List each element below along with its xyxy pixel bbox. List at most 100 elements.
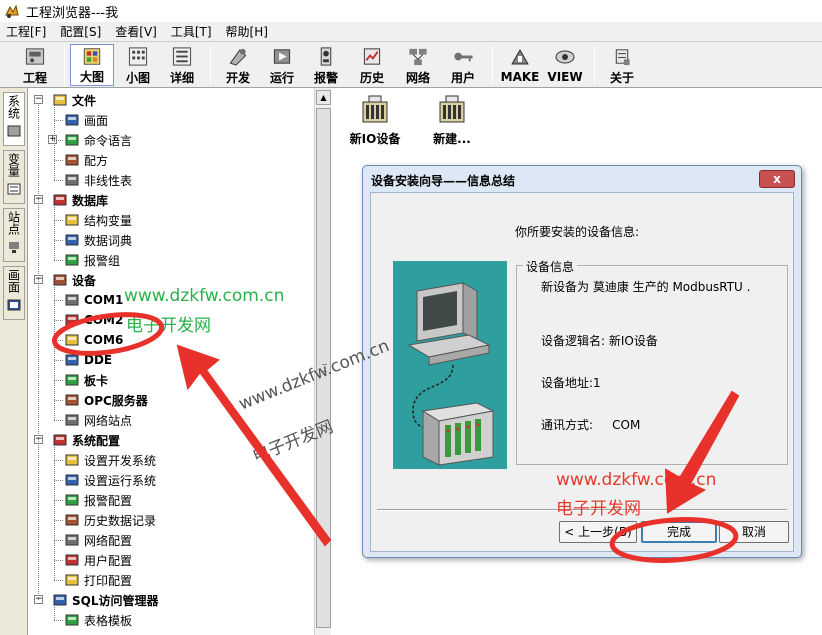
- side-tab-screens[interactable]: 画面: [3, 266, 25, 320]
- tree-node[interactable]: 数据词典: [64, 230, 132, 250]
- toolbar-small-icons-button[interactable]: 小图: [118, 44, 158, 86]
- menu-config[interactable]: 配置[S]: [60, 23, 101, 40]
- tree-node-label: 网络站点: [84, 413, 133, 428]
- tree-expander[interactable]: −: [34, 95, 43, 104]
- toolbar-alarm-button[interactable]: 报警: [306, 44, 346, 86]
- dev-system-icon: [65, 454, 79, 466]
- finish-button[interactable]: 完成: [641, 521, 717, 543]
- table-template-icon: [65, 614, 79, 626]
- project-tree[interactable]: − 文件 画面 + 命令语言 配方 非线性表 − 数据库 结构变量 数据词典 报警组 − 设备 COM1 CO…: [28, 88, 314, 635]
- toolbar-separator: [210, 46, 211, 84]
- screen-icon: [65, 114, 79, 126]
- toolbar-user-button[interactable]: 用户: [442, 44, 484, 86]
- toolbar-history-button[interactable]: 历史: [350, 44, 394, 86]
- toolbar-project-button[interactable]: 工程: [14, 44, 56, 86]
- toolbar-develop-button[interactable]: 开发: [218, 44, 258, 86]
- tree-node-label: 结构变量: [84, 213, 133, 228]
- about-icon: [615, 49, 630, 66]
- group-title: 设备信息: [523, 258, 578, 275]
- alarm-group-icon: [65, 254, 79, 266]
- tree-node[interactable]: 报警配置: [64, 490, 132, 510]
- tree-node-label: 网络配置: [84, 533, 133, 548]
- back-button[interactable]: < 上一步(B): [559, 521, 637, 543]
- tree-node[interactable]: COM1: [64, 290, 123, 310]
- tree-node[interactable]: 设置开发系统: [64, 450, 156, 470]
- run-system-icon: [65, 474, 79, 486]
- toolbar-view-button[interactable]: VIEW: [544, 44, 586, 86]
- toolbar-label: 小图: [125, 71, 150, 85]
- toolbar-label: 网络: [405, 71, 430, 85]
- tree-node-label: COM1: [84, 293, 124, 307]
- tree-node[interactable]: 数据库: [52, 190, 108, 210]
- toolbar-label: MAKE: [500, 70, 540, 84]
- tree-node[interactable]: 非线性表: [64, 170, 132, 190]
- develop-icon: [229, 48, 247, 66]
- side-tab-label: 画面: [6, 269, 21, 293]
- title-bar: 工程浏览器---我: [0, 0, 822, 22]
- tree-node[interactable]: 网络站点: [64, 410, 132, 430]
- tree-node[interactable]: SQL访问管理器: [52, 590, 159, 610]
- recipe-icon: [65, 154, 79, 166]
- tree-node-label: 配方: [84, 153, 109, 168]
- tree-node[interactable]: OPC服务器: [64, 390, 148, 410]
- tree-node[interactable]: 网络配置: [64, 530, 132, 550]
- tree-node-label: 设置运行系统: [84, 473, 157, 488]
- tree-node-label: OPC服务器: [84, 393, 148, 408]
- tree-node[interactable]: 板卡: [64, 370, 108, 390]
- wizard-illustration: [393, 261, 507, 469]
- tree-node-label: 历史数据记录: [84, 513, 157, 528]
- dialog-heading: 你所要安装的设备信息:: [515, 225, 640, 239]
- run-icon: [273, 49, 291, 64]
- tree-node-label: 命令语言: [84, 133, 133, 148]
- print-config-icon: [65, 574, 79, 586]
- tree-node[interactable]: 配方: [64, 150, 108, 170]
- tree-node[interactable]: 设置运行系统: [64, 470, 156, 490]
- toolbar-large-icons-button[interactable]: 大图: [70, 44, 114, 86]
- tree-node[interactable]: 报警组: [64, 250, 120, 270]
- scroll-up-button[interactable]: ▲: [316, 90, 331, 105]
- tree-node[interactable]: 画面: [64, 110, 108, 130]
- details-view-icon: [172, 47, 192, 66]
- menu-project[interactable]: 工程[F]: [6, 23, 46, 40]
- menu-view[interactable]: 查看[V]: [115, 23, 157, 40]
- struct-variable-icon: [65, 214, 79, 226]
- dialog-close-button[interactable]: x: [759, 170, 795, 188]
- toolbar-label: 工程: [22, 71, 47, 85]
- tree-node-label: 打印配置: [84, 573, 133, 588]
- menu-help[interactable]: 帮助[H]: [226, 23, 268, 40]
- menu-bar: 工程[F] 配置[S] 查看[V] 工具[T] 帮助[H]: [0, 22, 822, 42]
- tree-node[interactable]: 结构变量: [64, 210, 132, 230]
- project-icon: [25, 48, 45, 65]
- tree-node[interactable]: 命令语言: [64, 130, 132, 150]
- toolbar-make-button[interactable]: MAKE: [500, 44, 540, 86]
- tree-node[interactable]: 打印配置: [64, 570, 132, 590]
- watermark-url: www.dzkfw.com.cn: [124, 286, 285, 306]
- tree-node[interactable]: 表格模板: [64, 610, 132, 630]
- toolbar-run-button[interactable]: 运行: [262, 44, 302, 86]
- cancel-button[interactable]: 取消: [719, 521, 789, 543]
- tree-node[interactable]: DDE: [64, 350, 112, 370]
- side-tab-stations[interactable]: 站点: [3, 208, 25, 262]
- new-device-item[interactable]: 新建...: [427, 94, 477, 147]
- tree-node[interactable]: 文件: [52, 90, 96, 110]
- tree-node[interactable]: 系统配置: [52, 430, 120, 450]
- tree-node[interactable]: 历史数据记录: [64, 510, 156, 530]
- device-info-group: 设备信息 新设备为 莫迪康 生产的 ModbusRTU . 设备逻辑名: 新IO…: [516, 258, 788, 465]
- tree-node[interactable]: 用户配置: [64, 550, 132, 570]
- make-icon: [511, 48, 529, 65]
- tree-node[interactable]: 设备: [52, 270, 96, 290]
- tree-node[interactable]: COM2: [64, 310, 123, 330]
- tree-node-label: COM2: [84, 313, 124, 327]
- toolbar-network-button[interactable]: 网络: [398, 44, 438, 86]
- new-io-device-item[interactable]: 新IO设备: [345, 94, 405, 147]
- board-card-icon: [65, 374, 79, 386]
- side-tab-system[interactable]: 系统: [3, 92, 25, 146]
- toolbar-label: 开发: [225, 71, 250, 85]
- view-icon: [555, 50, 575, 64]
- data-dictionary-icon: [65, 234, 79, 246]
- tree-node[interactable]: COM6: [64, 330, 123, 350]
- side-tab-variables[interactable]: 变量: [3, 150, 25, 204]
- menu-tools[interactable]: 工具[T]: [171, 23, 212, 40]
- toolbar-details-button[interactable]: 详细: [162, 44, 202, 86]
- toolbar-about-button[interactable]: 关于: [602, 44, 642, 86]
